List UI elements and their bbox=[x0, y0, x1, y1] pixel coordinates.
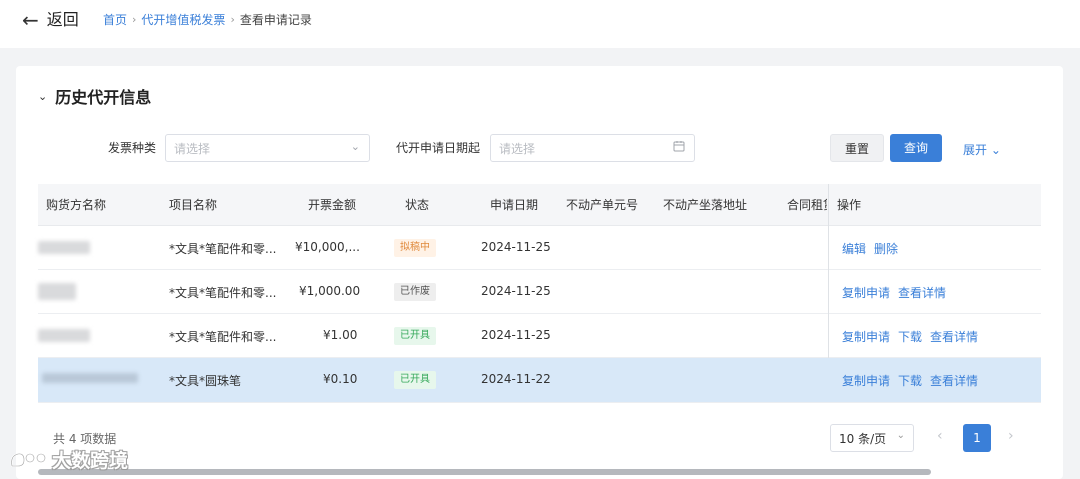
chevron-down-icon: ⌄ bbox=[990, 143, 1001, 157]
status-badge: 已作废 bbox=[394, 283, 436, 301]
cell-amount: ¥0.10 bbox=[323, 372, 358, 386]
col-unit-no: 不动产单元号 bbox=[566, 198, 639, 212]
cell-item: *文具*圆珠笔 bbox=[169, 374, 242, 388]
apply-date-placeholder: 请选择 bbox=[499, 142, 536, 156]
chevron-left-icon[interactable]: ‹ bbox=[937, 428, 943, 444]
apply-date-picker[interactable]: 请选择 bbox=[490, 134, 695, 162]
download-link[interactable]: 下载 bbox=[898, 372, 922, 389]
col-date: 申请日期 bbox=[490, 198, 539, 212]
chevron-right-icon: › bbox=[230, 13, 235, 26]
actions-column-divider bbox=[828, 184, 1041, 358]
calendar-icon bbox=[673, 140, 685, 155]
chevron-right-icon: › bbox=[132, 13, 137, 26]
col-item: 项目名称 bbox=[169, 198, 218, 212]
top-bar: ← 返回 首页 › 代开增值税发票 › 查看申请记录 bbox=[0, 0, 1080, 48]
invoice-type-label: 发票种类 bbox=[108, 141, 157, 155]
chevron-right-icon[interactable]: › bbox=[1008, 428, 1014, 444]
cell-date: 2024-11-25 bbox=[481, 284, 551, 298]
col-address: 不动产坐落地址 bbox=[663, 198, 748, 212]
breadcrumb-home[interactable]: 首页 bbox=[103, 11, 127, 28]
buyer-name-redacted bbox=[42, 373, 138, 383]
col-buyer: 购货方名称 bbox=[46, 198, 107, 212]
buyer-name-redacted bbox=[38, 283, 76, 300]
chevron-down-icon: ⌄ bbox=[38, 89, 48, 103]
section-title: 历史代开信息 bbox=[55, 88, 152, 107]
expand-label: 展开 bbox=[963, 143, 988, 157]
table-row-selected[interactable]: *文具*圆珠笔 ¥0.10 已开具 2024-11-22 复制申请 下载 查看详… bbox=[38, 358, 1041, 403]
query-button[interactable]: 查询 bbox=[890, 134, 942, 162]
view-detail-link[interactable]: 查看详情 bbox=[930, 372, 978, 389]
page-size-value: 10 条/页 bbox=[839, 432, 887, 446]
chevron-down-icon: ⌄ bbox=[350, 140, 360, 153]
breadcrumb: 首页 › 代开增值税发票 › 查看申请记录 bbox=[103, 11, 312, 28]
horizontal-scrollbar[interactable] bbox=[38, 469, 931, 475]
cell-date: 2024-11-25 bbox=[481, 240, 551, 254]
back-label: 返回 bbox=[46, 10, 79, 29]
row-actions: 复制申请 下载 查看详情 bbox=[842, 372, 978, 389]
apply-date-label: 代开申请日期起 bbox=[396, 141, 481, 155]
status-badge: 拟稿中 bbox=[394, 239, 436, 257]
back-button[interactable]: ← 返回 bbox=[22, 8, 79, 32]
buyer-name-redacted bbox=[38, 241, 90, 254]
brand-logo-icon bbox=[10, 452, 46, 467]
history-card: ⌄ 历史代开信息 发票种类 请选择 ⌄ 代开申请日期起 请选择 重置 查询 展开… bbox=[16, 66, 1063, 479]
col-status: 状态 bbox=[405, 198, 430, 212]
chevron-down-icon: ⌄ bbox=[896, 430, 905, 441]
buyer-name-redacted bbox=[38, 329, 90, 342]
copy-request-link[interactable]: 复制申请 bbox=[842, 372, 890, 389]
invoice-type-placeholder: 请选择 bbox=[174, 142, 211, 156]
arrow-left-icon: ← bbox=[22, 8, 39, 32]
total-count: 共 4 项数据 bbox=[53, 432, 117, 446]
cell-item: *文具*笔配件和零... bbox=[169, 330, 277, 344]
cell-date: 2024-11-25 bbox=[481, 328, 551, 342]
reset-button[interactable]: 重置 bbox=[830, 134, 884, 162]
cell-date: 2024-11-22 bbox=[481, 372, 551, 386]
page-size-select[interactable]: 10 条/页 ⌄ bbox=[830, 424, 914, 452]
breadcrumb-current: 查看申请记录 bbox=[239, 13, 312, 27]
col-amount: 开票金额 bbox=[308, 198, 357, 212]
cell-amount: ¥1,000.00 bbox=[299, 284, 361, 298]
invoice-type-select[interactable]: 请选择 ⌄ bbox=[165, 134, 370, 162]
breadcrumb-vat-invoice[interactable]: 代开增值税发票 bbox=[141, 11, 225, 28]
cell-item: *文具*笔配件和零... bbox=[169, 286, 277, 300]
page-number-current[interactable]: 1 bbox=[963, 424, 991, 452]
watermark-text: 大数跨境 bbox=[52, 450, 129, 472]
expand-button[interactable]: 展开 ⌄ bbox=[963, 140, 1001, 160]
col-contract: 合同租赁 bbox=[787, 198, 827, 212]
cell-amount: ¥10,000,... bbox=[295, 240, 360, 254]
status-badge: 已开具 bbox=[394, 371, 436, 389]
cell-item: *文具*笔配件和零... bbox=[169, 242, 277, 256]
status-badge: 已开具 bbox=[394, 327, 436, 345]
section-toggle[interactable]: ⌄ 历史代开信息 bbox=[38, 84, 151, 108]
watermark: 大数跨境 bbox=[8, 446, 128, 473]
cell-amount: ¥1.00 bbox=[323, 328, 358, 342]
